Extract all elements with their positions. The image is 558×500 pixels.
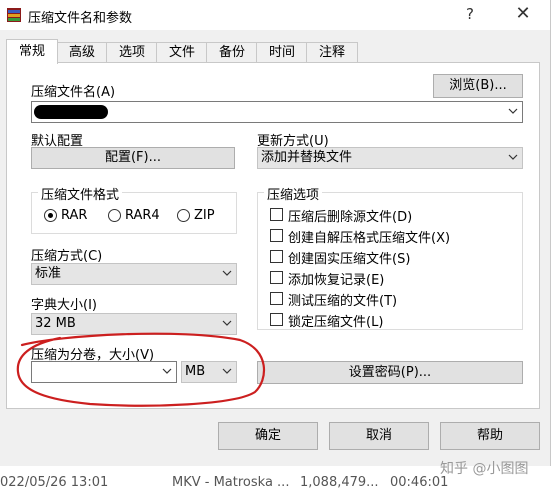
red-annotation-circle <box>16 332 266 407</box>
tab-general[interactable]: 常规 <box>6 39 58 64</box>
